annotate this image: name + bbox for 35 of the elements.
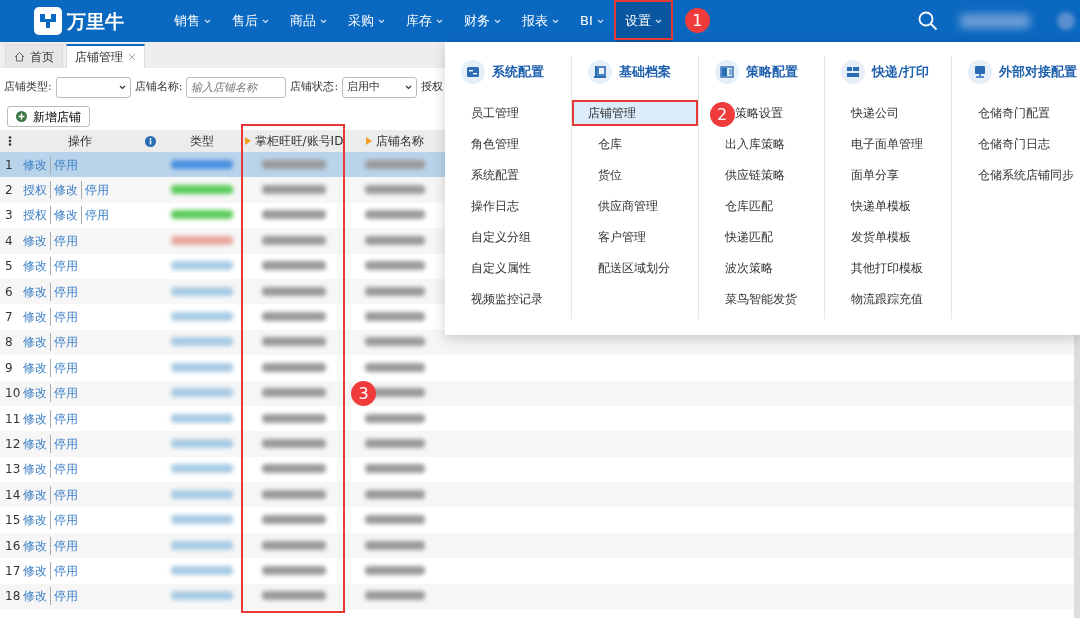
row-number: 2: [4, 182, 14, 200]
row-number: 9: [4, 359, 14, 377]
select-value: 启用中: [347, 78, 381, 95]
section-title: 基础档案: [618, 63, 671, 82]
column-header: 店铺名称: [376, 133, 424, 150]
section-title: 系统配置: [492, 63, 544, 82]
row-number: 3: [4, 207, 14, 225]
filter-label: 店铺状态:: [290, 78, 339, 95]
logo-text: 万里牛: [67, 8, 124, 34]
section-title: 快递/打印: [872, 63, 929, 82]
row-number: 14: [4, 486, 20, 504]
row-number: 12: [4, 436, 20, 453]
filter-label: 授权: [421, 78, 444, 95]
tab-label: 店铺管理: [75, 49, 123, 66]
column-header: 掌柜旺旺/账号ID: [254, 133, 344, 150]
section-title: 外部对接配置: [999, 63, 1077, 82]
row-number: 1: [4, 156, 14, 174]
row-number: 7: [4, 309, 14, 327]
row-number: 15: [4, 512, 20, 530]
row-number: 8: [4, 334, 14, 352]
row-number: 6: [4, 283, 14, 301]
column-header: 类型: [189, 133, 214, 150]
filter-label: 店铺类型:: [4, 78, 52, 95]
row-number: 10: [4, 385, 20, 403]
tab-label: 首页: [30, 48, 54, 66]
row-number: 5: [4, 258, 14, 276]
section-title: 策略配置: [745, 63, 798, 82]
row-number: 16: [4, 537, 20, 555]
row-number: 18: [4, 588, 20, 606]
row-number: 11: [4, 410, 20, 428]
row-number: 4: [4, 232, 14, 250]
column-header: 操作: [68, 133, 92, 150]
row-number: 13: [4, 461, 20, 479]
filter-label: 店铺名称:: [134, 78, 183, 95]
row-number: 17: [4, 562, 20, 580]
